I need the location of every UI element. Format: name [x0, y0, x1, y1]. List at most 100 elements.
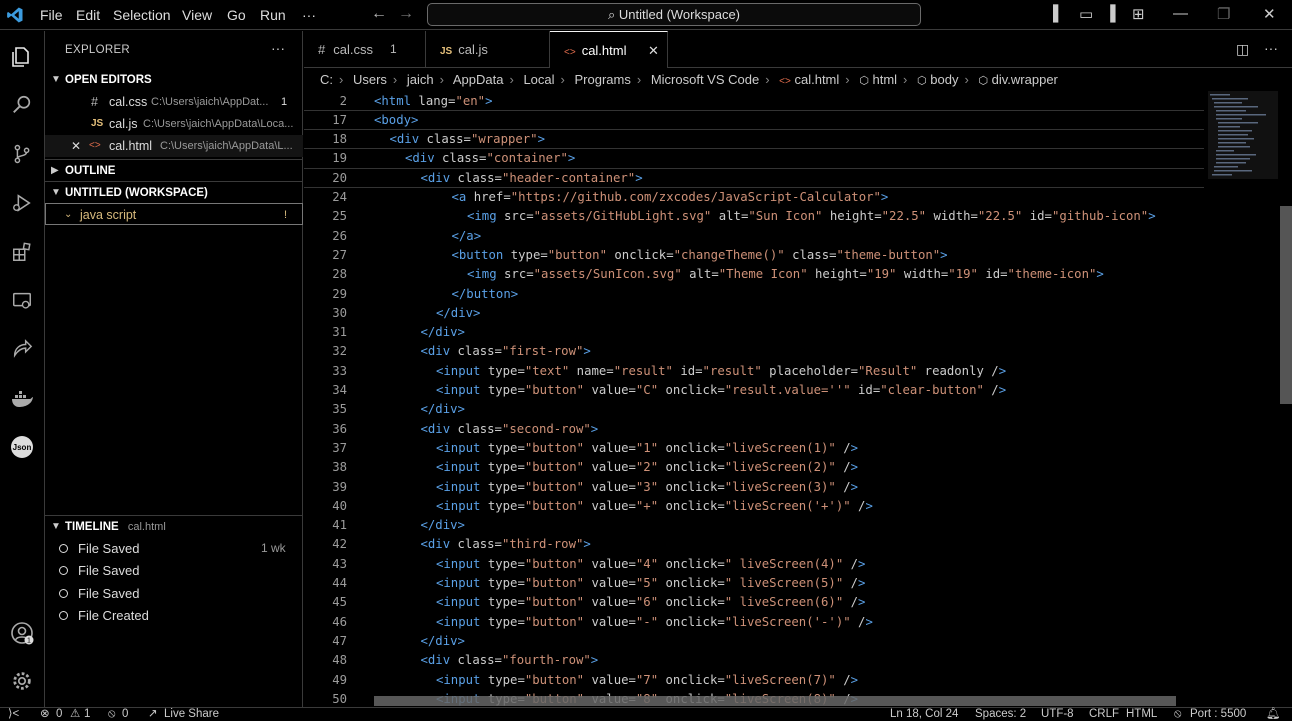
code-line[interactable]: 36 <div class="second-row">: [304, 420, 1204, 439]
menu-edit[interactable]: Edit: [76, 7, 100, 23]
encoding[interactable]: UTF-8: [1041, 708, 1074, 721]
code-line[interactable]: 39 <input type="button" value="3" onclick…: [304, 478, 1204, 497]
source-control-icon[interactable]: [8, 140, 36, 168]
breadcrumb-item[interactable]: Microsoft VS Code: [651, 72, 759, 87]
breadcrumb-item[interactable]: AppData: [453, 72, 504, 87]
minimize-window-icon[interactable]: —: [1173, 5, 1188, 22]
menu-view[interactable]: View: [182, 7, 212, 23]
json-icon[interactable]: Json: [8, 433, 36, 461]
code-line[interactable]: 41 </div>: [304, 516, 1204, 535]
menu-run[interactable]: Run: [260, 7, 286, 23]
more-actions-icon[interactable]: ···: [271, 40, 285, 56]
code-line[interactable]: 25 <img src="assets/GitHubLight.svg" alt=…: [304, 207, 1204, 226]
code-line[interactable]: 30 </div>: [304, 304, 1204, 323]
customize-layout-icon[interactable]: ⊞: [1132, 5, 1145, 23]
timeline-entry[interactable]: File Created: [59, 608, 149, 623]
code-line[interactable]: 44 <input type="button" value="5" onclick…: [304, 574, 1204, 593]
back-arrow-icon[interactable]: ←: [371, 5, 387, 23]
timeline-entry[interactable]: File Saved: [59, 563, 139, 578]
code-line[interactable]: 48 <div class="fourth-row">: [304, 651, 1204, 670]
code-line[interactable]: 27 <button type="button" onclick="changeT…: [304, 246, 1204, 265]
split-editor-icon[interactable]: ◫: [1236, 41, 1249, 58]
command-center[interactable]: ⌕ Untitled (Workspace): [427, 3, 921, 26]
code-line[interactable]: 29 </button>: [304, 285, 1204, 304]
explorer-icon[interactable]: [8, 43, 36, 71]
code-line[interactable]: 38 <input type="button" value="2" onclick…: [304, 458, 1204, 477]
extensions-icon[interactable]: [8, 238, 36, 266]
code-line[interactable]: 31 </div>: [304, 323, 1204, 342]
breadcrumb-item[interactable]: jaich: [407, 72, 434, 87]
code-line[interactable]: 37 <input type="button" value="1" onclick…: [304, 439, 1204, 458]
sticky-scroll-line[interactable]: 17 <body>: [304, 110, 1204, 131]
end-of-line[interactable]: CRLF: [1089, 708, 1119, 721]
tab-cal-css[interactable]: # cal.css 1: [304, 31, 426, 68]
restore-window-icon[interactable]: ❐: [1217, 5, 1230, 23]
code-line[interactable]: 28 <img src="assets/SunIcon.svg" alt="The…: [304, 265, 1204, 284]
toggle-secondary-sidebar-icon[interactable]: ▐: [1105, 5, 1116, 22]
notifications-bell-icon[interactable]: 🔔︎: [1266, 708, 1281, 721]
workspace-header[interactable]: ▼ UNTITLED (WORKSPACE): [45, 181, 303, 203]
minimap[interactable]: [1208, 91, 1280, 181]
ports-count[interactable]: 0: [122, 708, 128, 721]
timeline-header[interactable]: ▼ TIMELINE cal.html: [45, 515, 303, 537]
docker-icon[interactable]: [8, 384, 36, 412]
code-line[interactable]: 35 </div>: [304, 400, 1204, 419]
run-debug-icon[interactable]: [8, 189, 36, 217]
breadcrumb-item[interactable]: body: [930, 72, 958, 87]
sticky-scroll-line[interactable]: 18 <div class="wrapper">: [304, 130, 1204, 150]
breadcrumb-item[interactable]: Local: [523, 72, 554, 87]
horizontal-scrollbar[interactable]: [374, 696, 1176, 706]
breadcrumb-item[interactable]: Programs: [575, 72, 631, 87]
live-share-icon[interactable]: [8, 336, 36, 364]
close-window-icon[interactable]: ✕: [1263, 5, 1276, 23]
timeline-entry[interactable]: File Saved: [59, 586, 139, 601]
menu-go[interactable]: Go: [227, 7, 246, 23]
remote-explorer-icon[interactable]: [8, 287, 36, 315]
warning-count[interactable]: 1: [84, 708, 90, 721]
code-editor[interactable]: 2 <html lang="en"> 17 <body> 18 <div class="w…: [304, 91, 1292, 707]
open-editor-item[interactable]: JS cal.js C:\Users\jaich\AppData\Loca...: [45, 113, 303, 135]
vertical-scrollbar[interactable]: [1280, 206, 1292, 404]
sticky-scroll-line[interactable]: 20 <div class="header-container">: [304, 168, 1204, 188]
code-line[interactable]: 33 <input type="text" name="result" id="r…: [304, 362, 1204, 381]
tab-cal-html[interactable]: <> cal.html ✕: [550, 31, 668, 68]
breadcrumb-item[interactable]: Users: [353, 72, 387, 87]
remote-indicator-icon[interactable]: ⟩<: [8, 708, 19, 721]
breadcrumb-item[interactable]: cal.html: [794, 72, 839, 87]
code-line[interactable]: 26 </a>: [304, 227, 1204, 246]
code-line[interactable]: 47 </div>: [304, 632, 1204, 651]
toggle-primary-sidebar-icon[interactable]: ▌: [1053, 5, 1064, 22]
live-server-port[interactable]: Port : 5500: [1190, 708, 1246, 721]
more-actions-icon[interactable]: ···: [1264, 40, 1278, 56]
settings-gear-icon[interactable]: [8, 667, 36, 695]
menu-more[interactable]: ···: [302, 7, 316, 23]
search-icon[interactable]: [8, 91, 36, 119]
close-tab-icon[interactable]: ✕: [648, 32, 659, 69]
tab-cal-js[interactable]: JS cal.js: [426, 31, 550, 68]
forward-arrow-icon[interactable]: →: [398, 5, 414, 23]
code-line[interactable]: 42 <div class="third-row">: [304, 535, 1204, 554]
sticky-scroll-line[interactable]: 19 <div class="container">: [304, 149, 1204, 169]
code-line[interactable]: 49 <input type="button" value="7" onclick…: [304, 671, 1204, 690]
workspace-folder[interactable]: ⌄ java script !: [45, 203, 303, 225]
language-mode[interactable]: HTML: [1126, 708, 1157, 721]
sticky-scroll-line[interactable]: 2 <html lang="en">: [304, 91, 1204, 111]
code-line[interactable]: 46 <input type="button" value="-" onclick…: [304, 613, 1204, 632]
live-share-status[interactable]: Live Share: [164, 708, 219, 721]
code-line[interactable]: 43 <input type="button" value="4" onclick…: [304, 555, 1204, 574]
open-editor-item-active[interactable]: ✕ <> cal.html C:\Users\jaich\AppData\L..…: [45, 135, 303, 157]
indentation[interactable]: Spaces: 2: [975, 708, 1026, 721]
menu-selection[interactable]: Selection: [113, 7, 171, 23]
open-editors-header[interactable]: ▼ OPEN EDITORS: [45, 69, 303, 91]
timeline-entry[interactable]: File Saved 1 wk: [59, 541, 289, 556]
breadcrumb-item[interactable]: C:: [320, 72, 333, 87]
error-count[interactable]: 0: [56, 708, 62, 721]
code-line[interactable]: 24 <a href="https://github.com/zxcodes/Ja…: [304, 188, 1204, 207]
breadcrumb-item[interactable]: html: [872, 72, 897, 87]
code-line[interactable]: 34 <input type="button" value="C" onclick…: [304, 381, 1204, 400]
code-line[interactable]: 32 <div class="first-row">: [304, 342, 1204, 361]
code-line[interactable]: 45 <input type="button" value="6" onclick…: [304, 593, 1204, 612]
menu-file[interactable]: File: [40, 7, 63, 23]
close-icon[interactable]: ✕: [71, 135, 81, 157]
open-editor-item[interactable]: # cal.css C:\Users\jaich\AppDat... 1: [45, 91, 303, 113]
